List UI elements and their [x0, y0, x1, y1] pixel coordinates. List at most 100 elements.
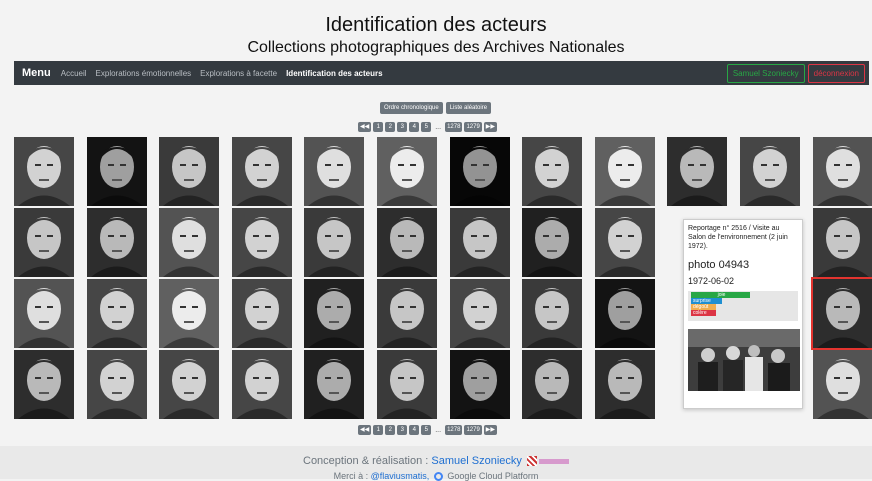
nav-link-explorations-emotionnelles[interactable]: Explorations émotionnelles [96, 69, 192, 78]
face-photo [377, 350, 437, 419]
photo-thumbnail[interactable] [449, 350, 510, 419]
pagination-ellipsis: ... [435, 426, 442, 434]
lab-logo-icon [526, 456, 537, 467]
page-button[interactable]: 1278 [445, 122, 463, 132]
page-button[interactable]: 2 [385, 122, 396, 132]
photo-thumbnail[interactable] [231, 350, 292, 419]
photo-thumbnail[interactable] [594, 350, 655, 419]
photo-thumbnail[interactable] [14, 208, 74, 277]
face-photo [377, 279, 437, 348]
photo-thumbnail[interactable] [522, 279, 583, 348]
photo-thumbnail[interactable] [812, 137, 872, 206]
face-photo [667, 137, 728, 206]
page-button[interactable]: 1279 [464, 425, 482, 435]
photo-thumbnail[interactable] [304, 208, 365, 277]
photo-thumbnail[interactable] [377, 279, 437, 348]
photo-thumbnail[interactable] [810, 277, 872, 350]
page-button[interactable]: 1279 [464, 122, 482, 132]
face-photo [812, 350, 872, 419]
first-page-icon[interactable]: ◀◀ [358, 425, 372, 435]
navbar: Menu Accueil Explorations émotionnelles … [14, 61, 869, 85]
photo-thumbnail[interactable] [522, 350, 583, 419]
photo-thumbnail[interactable] [231, 279, 292, 348]
photo-thumbnail[interactable] [377, 350, 437, 419]
photo-thumbnail[interactable] [86, 350, 147, 419]
face-photo [14, 208, 74, 277]
photo-thumbnail[interactable] [304, 279, 365, 348]
author-link[interactable]: Samuel Szoniecky [431, 455, 522, 467]
emotion-bar: colère [691, 310, 716, 316]
face-photo [740, 137, 800, 206]
photo-thumbnail[interactable] [14, 137, 74, 206]
photo-thumbnail[interactable] [812, 350, 872, 419]
user-button[interactable]: Samuel Szoniecky [726, 63, 805, 83]
photo-thumbnail[interactable] [304, 137, 365, 206]
thanks-handle-link[interactable]: @flaviusmatis, [371, 471, 430, 481]
page-button[interactable]: 4 [409, 425, 420, 435]
face-photo [304, 137, 365, 206]
photo-thumbnail[interactable] [231, 137, 292, 206]
photo-thumbnail[interactable] [86, 137, 147, 206]
nav-link-identification[interactable]: Identification des acteurs [286, 69, 382, 78]
page-button[interactable]: 5 [421, 122, 432, 132]
face-photo [14, 137, 74, 206]
thanks-prefix: Merci à : [333, 471, 369, 481]
pagination-ellipsis: ... [435, 123, 442, 131]
face-photo [522, 279, 583, 348]
chronological-order-button[interactable]: Ordre chronologique [380, 102, 443, 114]
photo-preview[interactable] [688, 329, 800, 391]
face-photo [159, 208, 220, 277]
photo-thumbnail[interactable] [594, 208, 655, 277]
photo-thumbnail[interactable] [86, 208, 147, 277]
thanks-sponsor[interactable]: Google Cloud Platform [447, 471, 538, 481]
page-button[interactable]: 3 [397, 425, 408, 435]
face-photo [14, 350, 74, 419]
photo-thumbnail[interactable] [740, 137, 800, 206]
next-page-icon[interactable]: ▶▶ [483, 425, 498, 435]
face-photo [304, 208, 365, 277]
photo-thumbnail[interactable] [231, 208, 292, 277]
photo-thumbnail[interactable] [522, 137, 583, 206]
first-page-icon[interactable]: ◀◀ [358, 122, 372, 132]
photo-thumbnail[interactable] [304, 350, 365, 419]
menu-brand[interactable]: Menu [22, 67, 51, 79]
photo-thumbnail[interactable] [449, 208, 510, 277]
photo-thumbnail[interactable] [14, 279, 74, 348]
footer: Conception & réalisation : Samuel Szonie… [0, 446, 872, 481]
face-photo [594, 137, 655, 206]
page-button[interactable]: 4 [409, 122, 420, 132]
random-list-button[interactable]: Liste aléatoire [445, 102, 492, 114]
logout-button[interactable]: déconnexion [807, 63, 865, 83]
face-photo [377, 137, 437, 206]
photo-thumbnail[interactable] [667, 137, 728, 206]
nav-link-explorations-facette[interactable]: Explorations à facette [200, 69, 277, 78]
photo-thumbnail[interactable] [594, 279, 655, 348]
photo-thumbnail[interactable] [449, 279, 510, 348]
photo-thumbnail[interactable] [522, 208, 583, 277]
page-button[interactable]: 5 [421, 425, 432, 435]
face-photo [812, 137, 872, 206]
photo-thumbnail[interactable] [14, 350, 74, 419]
photo-thumbnail[interactable] [449, 137, 510, 206]
photo-thumbnail[interactable] [159, 350, 220, 419]
photo-thumbnail[interactable] [159, 279, 220, 348]
nav-link-accueil[interactable]: Accueil [61, 69, 87, 78]
page-button[interactable]: 1 [373, 425, 384, 435]
next-page-icon[interactable]: ▶▶ [483, 122, 498, 132]
page-button[interactable]: 2 [385, 425, 396, 435]
page-button[interactable]: 1 [373, 122, 384, 132]
page-button[interactable]: 3 [397, 122, 408, 132]
face-photo [86, 350, 147, 419]
photo-thumbnail[interactable] [86, 279, 147, 348]
face-photo [812, 208, 872, 277]
photo-thumbnail[interactable] [594, 137, 655, 206]
photo-thumbnail[interactable] [159, 208, 220, 277]
face-photo [522, 137, 583, 206]
page-button[interactable]: 1278 [445, 425, 463, 435]
photo-thumbnail[interactable] [159, 137, 220, 206]
face-photo [449, 279, 510, 348]
photo-thumbnail[interactable] [812, 208, 872, 277]
photo-thumbnail[interactable] [377, 137, 437, 206]
photo-thumbnail[interactable] [377, 208, 437, 277]
face-photo [231, 279, 292, 348]
